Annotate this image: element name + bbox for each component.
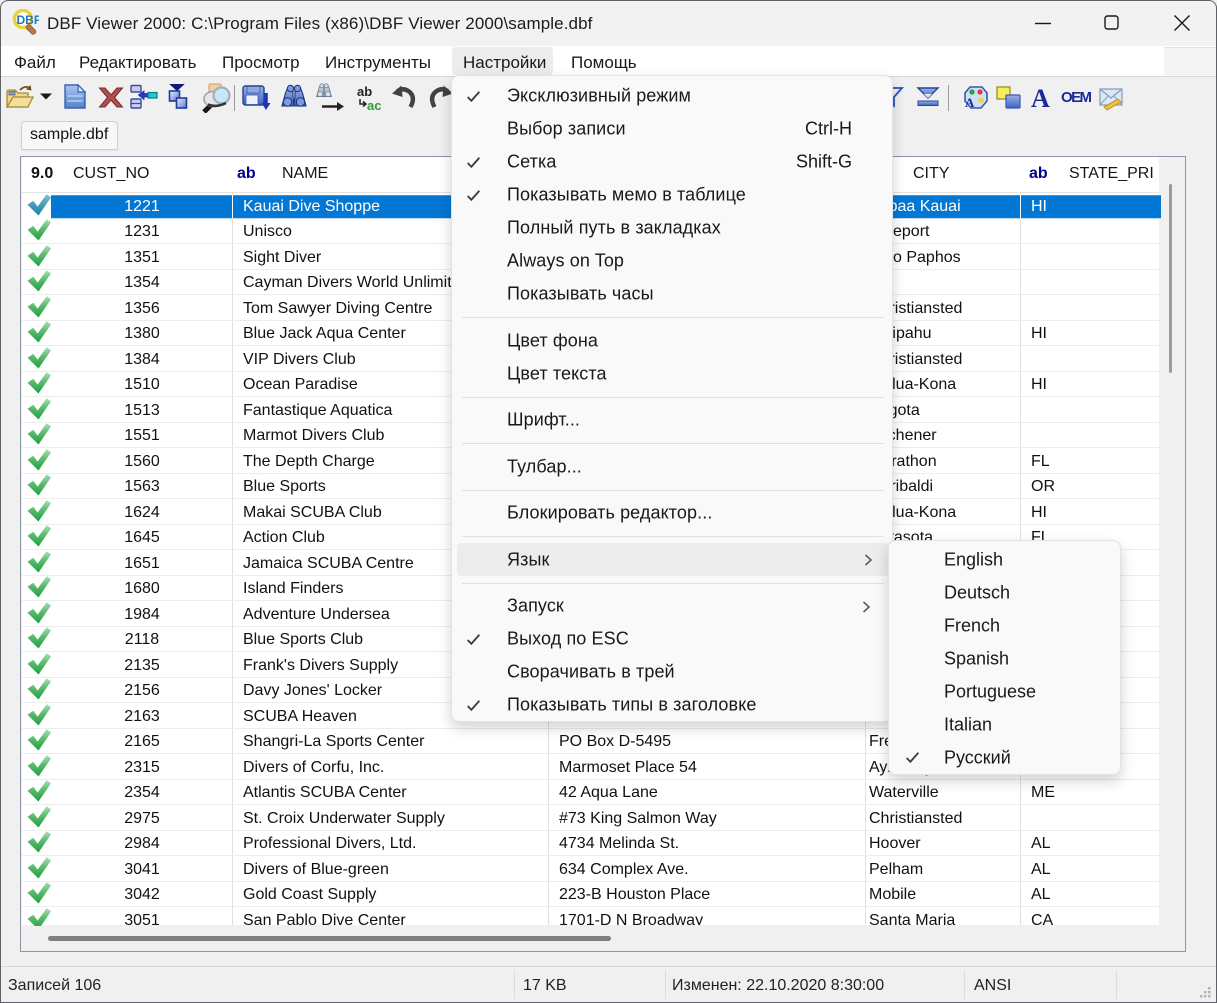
svg-text:DBF: DBF — [17, 13, 40, 27]
svg-text:OEM: OEM — [1061, 89, 1092, 106]
svg-text:A: A — [1031, 84, 1050, 112]
svg-text:ab: ab — [357, 84, 372, 99]
svg-text:ac: ac — [367, 98, 381, 112]
svg-text:A: A — [965, 95, 975, 110]
